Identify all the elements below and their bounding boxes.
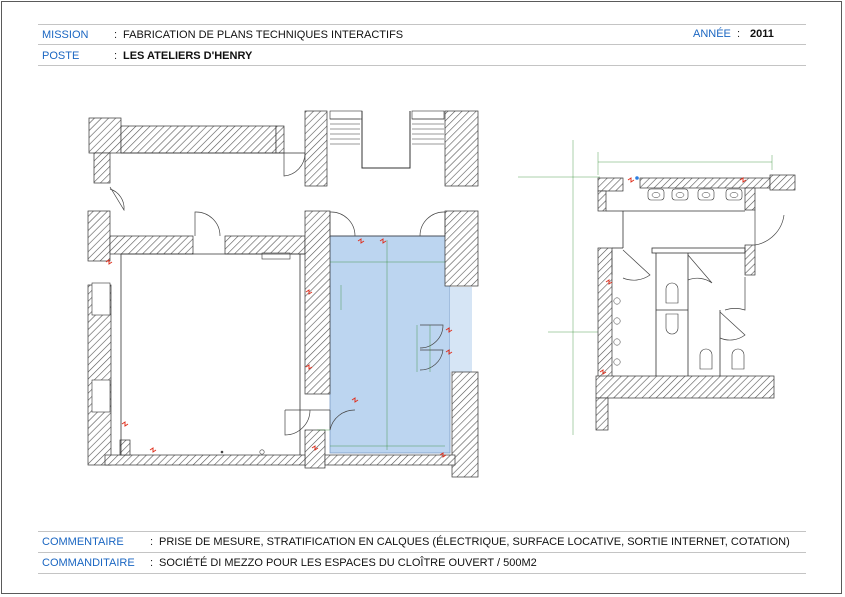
side-door-swings <box>611 210 785 341</box>
outlet-icon <box>220 450 224 454</box>
plan-drawings <box>87 110 796 478</box>
exterior-stairs <box>330 111 444 169</box>
alcove-highlight <box>450 287 472 372</box>
sink-row <box>647 188 743 201</box>
urinals <box>613 297 621 366</box>
network-outlet-icon <box>635 176 639 180</box>
floor-drain-icon <box>259 449 265 455</box>
side-walls <box>595 174 796 431</box>
main-floor-plan <box>87 110 479 478</box>
sink-bowls <box>651 192 739 198</box>
side-electric-symbols <box>599 177 747 375</box>
toilets <box>665 282 745 370</box>
restroom-plan <box>518 140 796 435</box>
